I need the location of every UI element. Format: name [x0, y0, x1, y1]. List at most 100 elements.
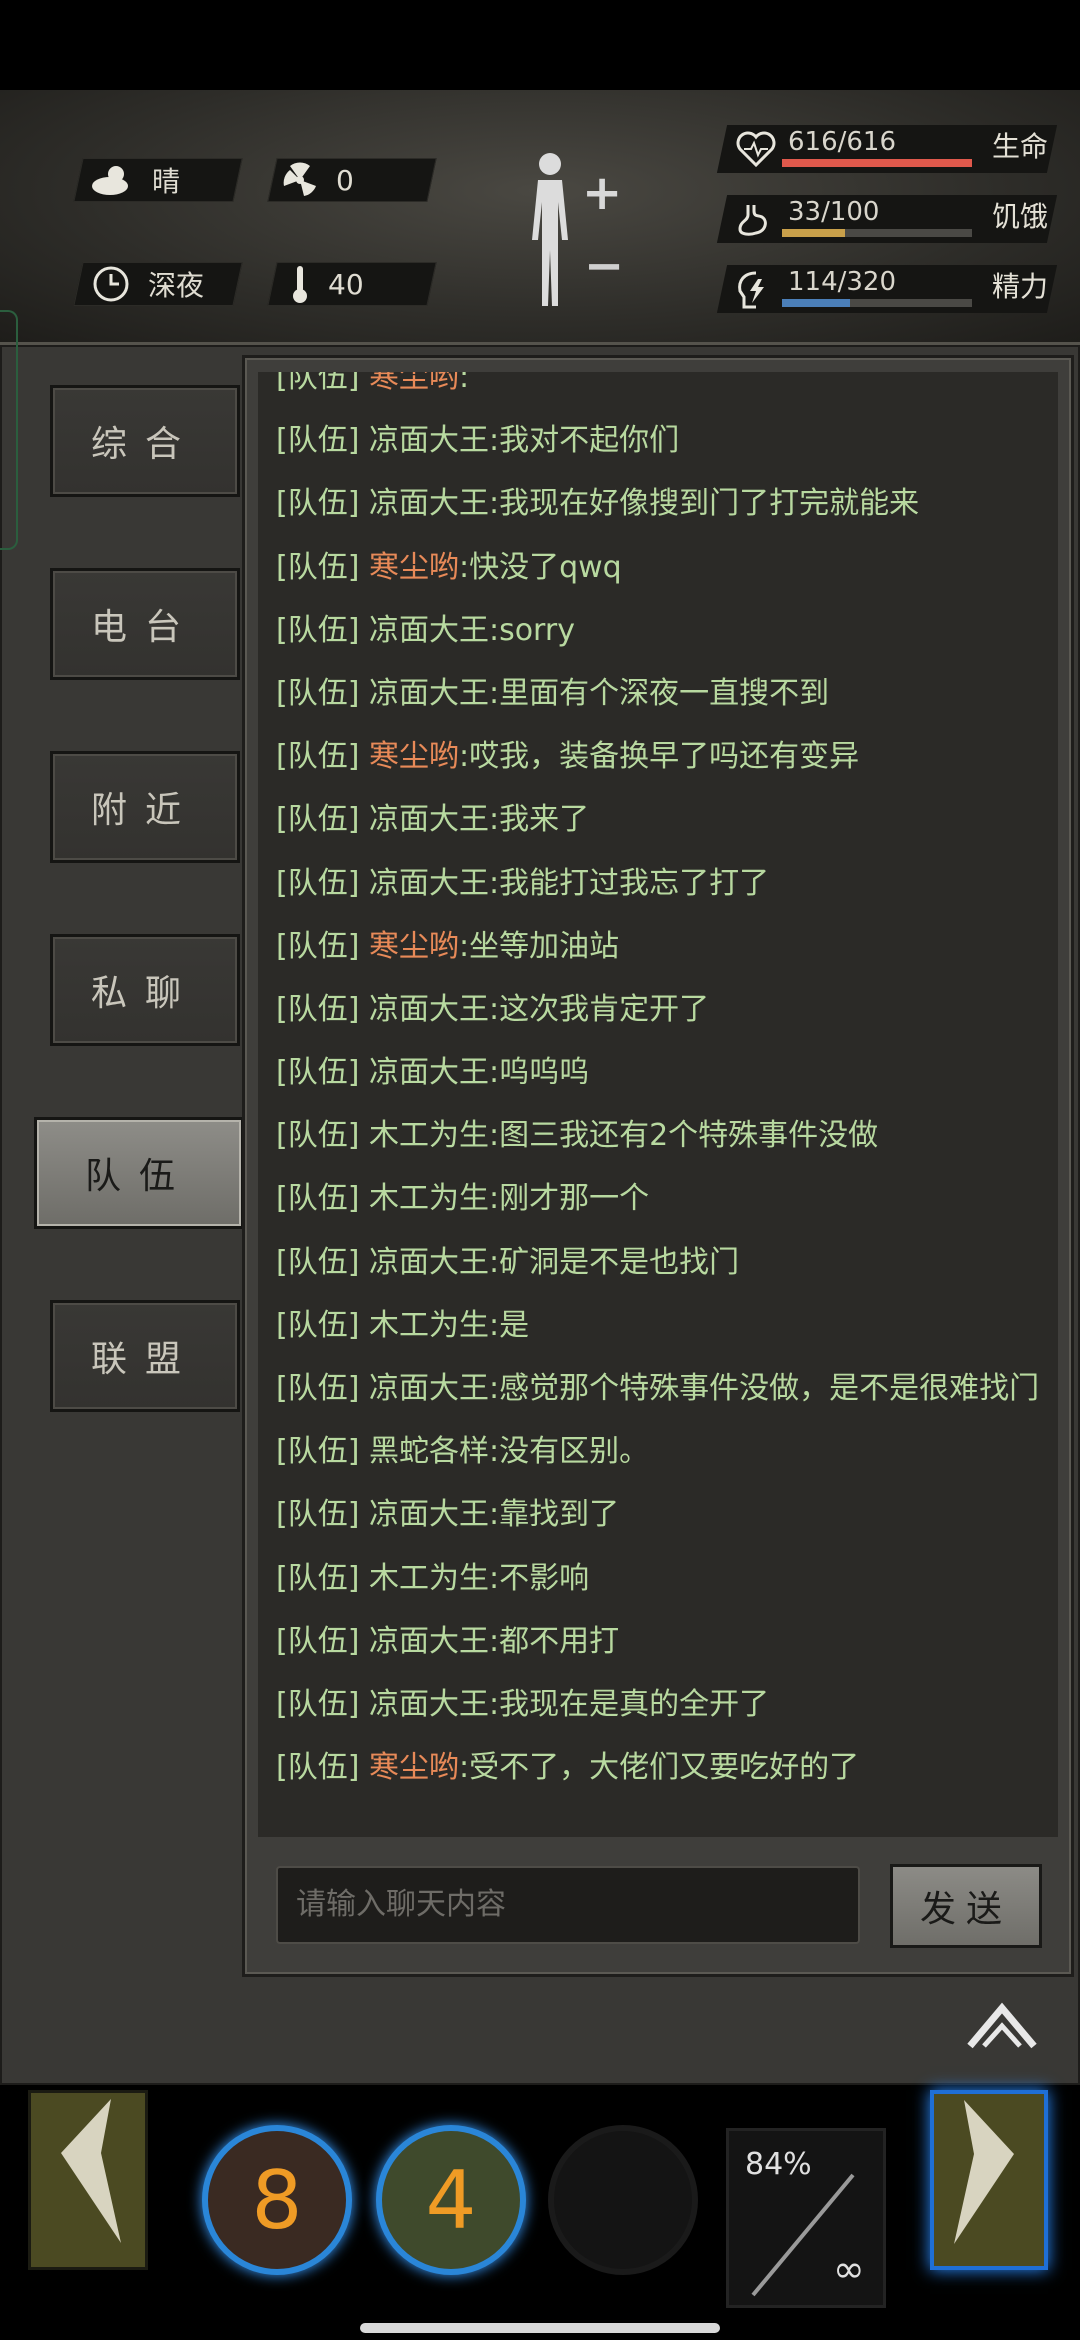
item-slot-2[interactable]: 4 [376, 2125, 526, 2275]
chat-sender-name[interactable]: 寒尘哟 [369, 739, 459, 774]
chat-channel-tag: [队伍] [276, 486, 360, 522]
chat-message: [队伍] 寒尘哟: [276, 372, 1056, 409]
radiation-value: 0 [336, 163, 354, 197]
chat-sender-name[interactable]: 寒尘哟 [369, 372, 459, 395]
chat-message-text: : [458, 372, 470, 395]
item-slot-1[interactable]: 8 [202, 2125, 352, 2275]
chat-sender-name[interactable]: 凉面大王 [369, 486, 489, 521]
chat-sender-name[interactable]: 凉面大王 [369, 802, 489, 837]
chat-message-text: :靠找到了 [488, 1497, 620, 1533]
chat-channel-tag: [队伍] [276, 1623, 360, 1659]
chat-sender-name[interactable]: 凉面大王 [369, 1687, 489, 1722]
chat-sender-name[interactable]: 寒尘哟 [369, 929, 459, 964]
chat-channel-tag: [队伍] [276, 423, 360, 459]
chat-sender-name[interactable]: 凉面大王 [369, 1245, 489, 1280]
chat-sender-name[interactable]: 凉面大王 [369, 1055, 489, 1090]
chat-message: [队伍] 凉面大王:里面有个深夜一直搜不到 [276, 662, 1056, 725]
next-page-button[interactable] [930, 2090, 1048, 2270]
chat-channel-tag: [队伍] [276, 1497, 360, 1533]
chat-message: [队伍] 凉面大王:这次我肯定开了 [276, 978, 1056, 1041]
chat-message-list: [队伍] 寒尘哟: [队伍] 凉面大王:我对不起你们 [队伍] 凉面大王:我现在好像… [276, 372, 1056, 1799]
chat-sender-name[interactable]: 木工为生 [369, 1118, 489, 1153]
heart-icon [736, 131, 776, 167]
chat-message-text: :我现在好像搜到门了打完就能来 [488, 486, 920, 522]
chat-message: [队伍] 凉面大王:都不用打 [276, 1610, 1056, 1673]
chat-channel-tag: [队伍] [276, 1181, 360, 1217]
tab-nearby[interactable]: 附近 [50, 751, 240, 863]
tab-team[interactable]: 队伍 [34, 1117, 244, 1229]
chat-channel-tag: [队伍] [276, 928, 360, 964]
chat-channel-tag: [队伍] [276, 1750, 360, 1786]
weapon-ammo: ∞ [833, 2247, 865, 2291]
time-label: 深夜 [148, 269, 205, 302]
temperature-chip: 40 [290, 262, 364, 306]
chat-message-text: :里面有个深夜一直搜不到 [488, 675, 830, 711]
chat-message: [队伍] 寒尘哟:受不了，大佬们又要吃好的了 [276, 1736, 1056, 1799]
chat-message-text: :不影响 [488, 1560, 590, 1596]
chat-message-text: :快没了qwq [458, 549, 622, 585]
chat-message-text: :我来了 [488, 802, 590, 838]
chat-message-text: :sorry [488, 612, 575, 648]
weapon-slot[interactable]: 84% ∞ [726, 2128, 886, 2308]
tab-radio[interactable]: 电台 [50, 568, 240, 680]
status-bar [0, 0, 1080, 90]
chat-message-text: :坐等加油站 [458, 928, 620, 964]
hotbar [0, 2085, 1080, 2340]
chat-sender-name[interactable]: 木工为生 [369, 1561, 489, 1596]
chat-sender-name[interactable]: 凉面大王 [369, 676, 489, 711]
chat-sender-name[interactable]: 黑蛇各样 [369, 1434, 489, 1469]
chat-sender-name[interactable]: 凉面大王 [369, 1497, 489, 1532]
chat-sender-name[interactable]: 凉面大王 [369, 1371, 489, 1406]
send-button[interactable]: 发送 [890, 1864, 1042, 1948]
body-status-icon[interactable] [520, 150, 580, 310]
chat-sender-name[interactable]: 寒尘哟 [369, 550, 459, 585]
chat-message: [队伍] 凉面大王:我现在好像搜到门了打完就能来 [276, 472, 1056, 535]
temperature-value: 40 [328, 267, 364, 301]
chat-channel-tag: [队伍] [276, 372, 360, 395]
health-stat: 616/616 生命 [716, 125, 1062, 173]
chat-input[interactable]: 请输入聊天内容 [276, 1866, 860, 1944]
chat-message-text: :图三我还有2个特殊事件没做 [488, 1118, 879, 1154]
chat-message: [队伍] 凉面大王:靠找到了 [276, 1483, 1056, 1546]
chat-sender-name[interactable]: 寒尘哟 [369, 1750, 459, 1785]
side-accent [0, 310, 18, 550]
hunger-value: 33/100 [788, 197, 880, 227]
tab-general[interactable]: 综合 [50, 385, 240, 497]
stick-weapon-icon [751, 2173, 855, 2297]
chat-channel-tag: [队伍] [276, 802, 360, 838]
chat-message: [队伍] 木工为生:图三我还有2个特殊事件没做 [276, 1104, 1056, 1167]
chat-sender-name[interactable]: 凉面大王 [369, 1624, 489, 1659]
chat-channel-tag: [队伍] [276, 1307, 360, 1343]
chat-message: [队伍] 凉面大王:sorry [276, 599, 1056, 662]
plus-icon[interactable]: + [582, 165, 622, 221]
tab-private[interactable]: 私聊 [50, 934, 240, 1046]
collapse-chevron-icon[interactable] [966, 2000, 1038, 2050]
chat-message: [队伍] 凉面大王:我来了 [276, 788, 1056, 851]
chat-sender-name[interactable]: 凉面大王 [369, 423, 489, 458]
prev-page-button[interactable] [28, 2090, 148, 2270]
chat-message: [队伍] 寒尘哟:坐等加油站 [276, 915, 1056, 978]
chat-channel-tag: [队伍] [276, 865, 360, 901]
radiation-icon [283, 162, 316, 196]
chat-sender-name[interactable]: 凉面大王 [369, 613, 489, 648]
chat-sender-name[interactable]: 木工为生 [369, 1181, 489, 1216]
chat-channel-tag: [队伍] [276, 1244, 360, 1280]
chat-channel-tag: [队伍] [276, 1686, 360, 1722]
tab-alliance[interactable]: 联盟 [50, 1300, 240, 1412]
hunger-bar-fill [782, 229, 845, 237]
chat-channel-tag: [队伍] [276, 549, 360, 585]
chat-sender-name[interactable]: 凉面大王 [369, 992, 489, 1027]
cloudy-sun-icon [92, 166, 128, 195]
chat-channel-tag: [队伍] [276, 1371, 360, 1406]
chevron-right-icon [954, 2100, 1014, 2244]
item-slot-2-count: 4 [425, 2153, 477, 2247]
energy-value: 114/320 [788, 267, 897, 297]
chat-sender-name[interactable]: 木工为生 [369, 1308, 489, 1343]
chat-sender-name[interactable]: 凉面大王 [369, 866, 489, 901]
thermometer-icon [293, 266, 307, 303]
chat-message-area[interactable]: [队伍] 寒尘哟: [队伍] 凉面大王:我对不起你们 [队伍] 凉面大王:我现在好像… [258, 372, 1058, 1837]
item-slot-3[interactable] [548, 2125, 698, 2275]
chat-message-text: :我现在是真的全开了 [488, 1686, 770, 1722]
minus-icon[interactable]: − [584, 238, 624, 294]
chat-channel-tag: [队伍] [276, 612, 360, 648]
